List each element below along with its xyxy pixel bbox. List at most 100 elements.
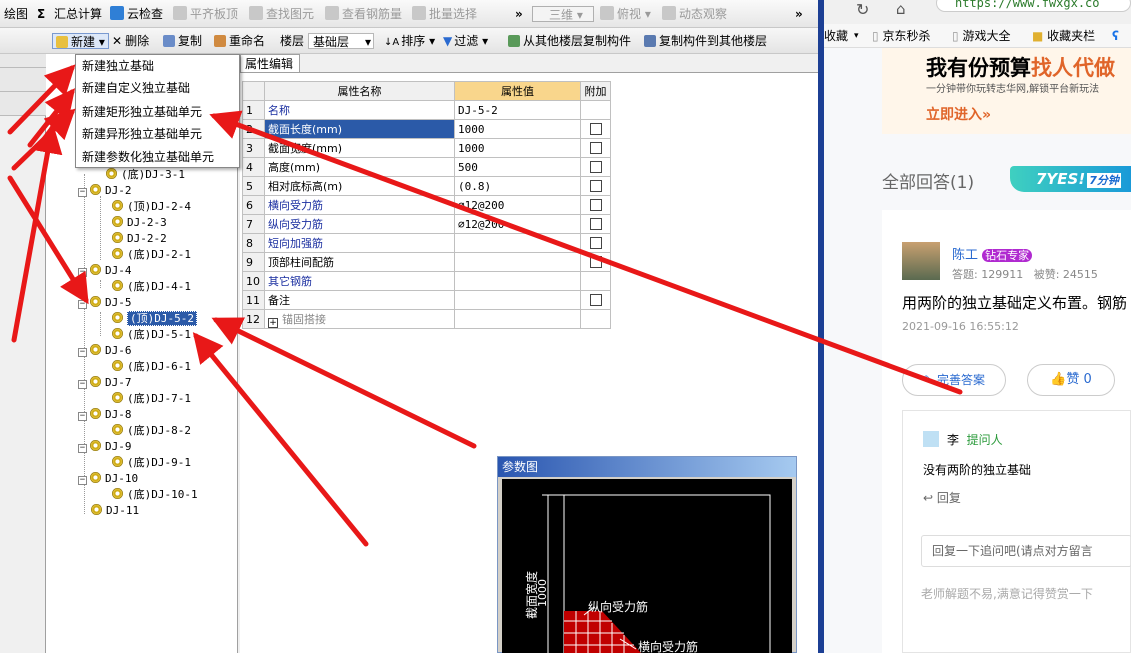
property-row[interactable]: 12 + 锚固搭接 (242, 309, 611, 329)
tree-node[interactable]: (底)DJ-2-1 (112, 248, 191, 262)
menu-item-new-rect-foundation-unit[interactable]: 新建矩形独立基础单元 (76, 101, 239, 123)
tree-node[interactable]: DJ-2-2 (112, 232, 167, 246)
improve-answer-button[interactable]: ✎ 完善答案 (902, 364, 1006, 396)
bookmark-item[interactable]: ▯ 京东秒杀 (872, 28, 930, 44)
batch-select-button[interactable]: 批量选择 (412, 6, 477, 22)
reply-link[interactable]: ↩ 回复 (923, 489, 961, 506)
collapse-toggle-icon[interactable]: − (78, 300, 87, 309)
delete-button[interactable]: ✕ 删除 (112, 33, 149, 49)
bookmark-item[interactable]: 收藏 (824, 28, 848, 44)
tree-node[interactable]: − DJ-5 (78, 296, 132, 310)
tree-node[interactable]: DJ-2-3 (112, 216, 167, 230)
collapse-toggle-icon[interactable]: − (78, 268, 87, 277)
url-field[interactable]: https://www.fwxgx.co (936, 0, 1131, 12)
property-value-field[interactable] (454, 271, 581, 291)
extra-checkbox[interactable] (589, 217, 602, 230)
copy-to-floor-button[interactable]: 复制构件到其他楼层 (644, 33, 767, 49)
property-row[interactable]: 6 横向受力筋 ⌀12@200 (242, 195, 611, 215)
answer-author[interactable]: 陈工 钻石专家 (952, 244, 1033, 263)
tree-node[interactable]: (底)DJ-5-1 (112, 328, 191, 342)
reload-icon[interactable]: ↻ (856, 0, 869, 19)
level-slab-top-button[interactable]: 平齐板顶 (173, 6, 238, 22)
extra-checkbox[interactable] (589, 122, 602, 135)
collapse-toggle-icon[interactable]: − (78, 380, 87, 389)
tree-node[interactable]: (顶)DJ-2-4 (112, 200, 191, 214)
property-row[interactable]: 8 短向加强筋 (242, 233, 611, 253)
tree-node-selected[interactable]: (顶)DJ-5-2 (112, 311, 197, 326)
tree-node[interactable]: − DJ-9 (78, 440, 132, 454)
extra-checkbox[interactable] (589, 236, 602, 249)
collapse-toggle-icon[interactable]: − (78, 188, 87, 197)
tab-property-edit[interactable]: 属性编辑 (240, 54, 300, 73)
cloud-check-button[interactable]: 云检查 (110, 6, 163, 22)
summary-calc-button[interactable]: 汇总计算 (54, 6, 102, 22)
more-chevron-icon[interactable]: » (515, 6, 523, 22)
collapse-toggle-icon[interactable]: − (78, 476, 87, 485)
tree-node[interactable]: (底)DJ-9-1 (112, 456, 191, 470)
tree-node[interactable]: (底)DJ-10-1 (112, 488, 198, 502)
extra-checkbox[interactable] (589, 293, 602, 306)
extension-icon[interactable]: ʕ (1112, 28, 1119, 44)
property-row[interactable]: 10 其它钢筋 (242, 271, 611, 291)
dynamic-view-button[interactable]: 动态观察 (662, 6, 727, 22)
ad-cta[interactable]: 立即进入» (926, 104, 991, 124)
collapse-toggle-icon[interactable]: − (78, 412, 87, 421)
filter-button[interactable]: ▼ 过滤 ▾ (443, 33, 488, 49)
find-element-button[interactable]: 查找图元 (249, 6, 314, 22)
tree-node[interactable]: − DJ-8 (78, 408, 132, 422)
view-3d-select[interactable]: 三维 ▾ (532, 6, 594, 22)
tree-node[interactable]: (底)DJ-8-2 (112, 424, 191, 438)
extra-checkbox[interactable] (589, 141, 602, 154)
property-row[interactable]: 1 名称 DJ-5-2 (242, 100, 611, 120)
collapse-toggle-icon[interactable]: − (78, 348, 87, 357)
property-row[interactable]: 2 截面长度(mm) 1000 (242, 119, 611, 139)
property-value-field[interactable] (454, 290, 581, 310)
tree-node[interactable]: (底)DJ-4-1 (112, 280, 191, 294)
property-value-field[interactable]: (0.8) (454, 176, 581, 196)
property-row[interactable]: 3 截面宽度(mm) 1000 (242, 138, 611, 158)
menu-item-new-irregular-foundation-unit[interactable]: 新建异形独立基础单元 (76, 123, 239, 145)
menu-item-new-parametric-foundation-unit[interactable]: 新建参数化独立基础单元 (76, 146, 239, 168)
extra-checkbox[interactable] (589, 160, 602, 173)
property-value-field[interactable]: 1000 (454, 138, 581, 158)
tree-node[interactable]: (底)DJ-6-1 (112, 360, 191, 374)
floor-select[interactable]: 基础层 ▾ (308, 33, 374, 49)
expand-plus-icon[interactable]: + (268, 317, 278, 328)
menu-item-new-isolated-foundation[interactable]: 新建独立基础 (76, 55, 239, 77)
tree-node[interactable]: − DJ-7 (78, 376, 132, 390)
property-value-field[interactable] (454, 233, 581, 253)
property-row[interactable]: 4 高度(mm) 500 (242, 157, 611, 177)
tree-node[interactable]: − DJ-10 (78, 472, 138, 486)
property-value-field[interactable] (454, 309, 581, 329)
property-row[interactable]: 11 备注 (242, 290, 611, 310)
like-button[interactable]: 👍赞 0 (1027, 364, 1115, 396)
extra-checkbox[interactable] (589, 198, 602, 211)
property-value-field[interactable]: ⌀12@200 (454, 195, 581, 215)
tree-node[interactable]: − DJ-4 (78, 264, 132, 278)
new-button[interactable]: 新建 ▾ (52, 33, 109, 49)
property-row[interactable]: 7 纵向受力筋 ⌀12@200 (242, 214, 611, 234)
bookmark-item[interactable]: ▯ 游戏大全 (952, 28, 1010, 44)
more-chevron-icon-2[interactable]: » (795, 6, 803, 22)
tree-node[interactable]: (底)DJ-3-1 (106, 168, 185, 182)
property-row[interactable]: 9 顶部柱间配筋 (242, 252, 611, 272)
copy-from-floor-button[interactable]: 从其他楼层复制构件 (508, 33, 631, 49)
draw-tab[interactable]: 绘图 (4, 6, 28, 22)
bookmark-item[interactable]: ■ 收藏夹栏 (1032, 28, 1095, 44)
rename-button[interactable]: 重命名 (214, 33, 265, 49)
nav-item[interactable] (0, 92, 46, 116)
view-rebar-qty-button[interactable]: 查看钢筋量 (325, 6, 402, 22)
reference-window-title[interactable]: 参数图 (498, 457, 796, 477)
property-value-field[interactable]: 1000 (454, 119, 581, 139)
property-value-field[interactable] (454, 252, 581, 272)
tree-node[interactable]: (底)DJ-7-1 (112, 392, 191, 406)
nav-item[interactable] (0, 68, 46, 92)
tree-node[interactable]: − DJ-2 (78, 184, 132, 198)
extra-checkbox[interactable] (589, 255, 602, 268)
property-value-field[interactable]: ⌀12@200 (454, 214, 581, 234)
home-icon[interactable]: ⌂ (896, 0, 906, 18)
extra-checkbox[interactable] (589, 179, 602, 192)
tree-node[interactable]: DJ-11 (91, 504, 139, 518)
copy-button[interactable]: 复制 (163, 33, 202, 49)
property-value-field[interactable]: DJ-5-2 (454, 100, 581, 120)
